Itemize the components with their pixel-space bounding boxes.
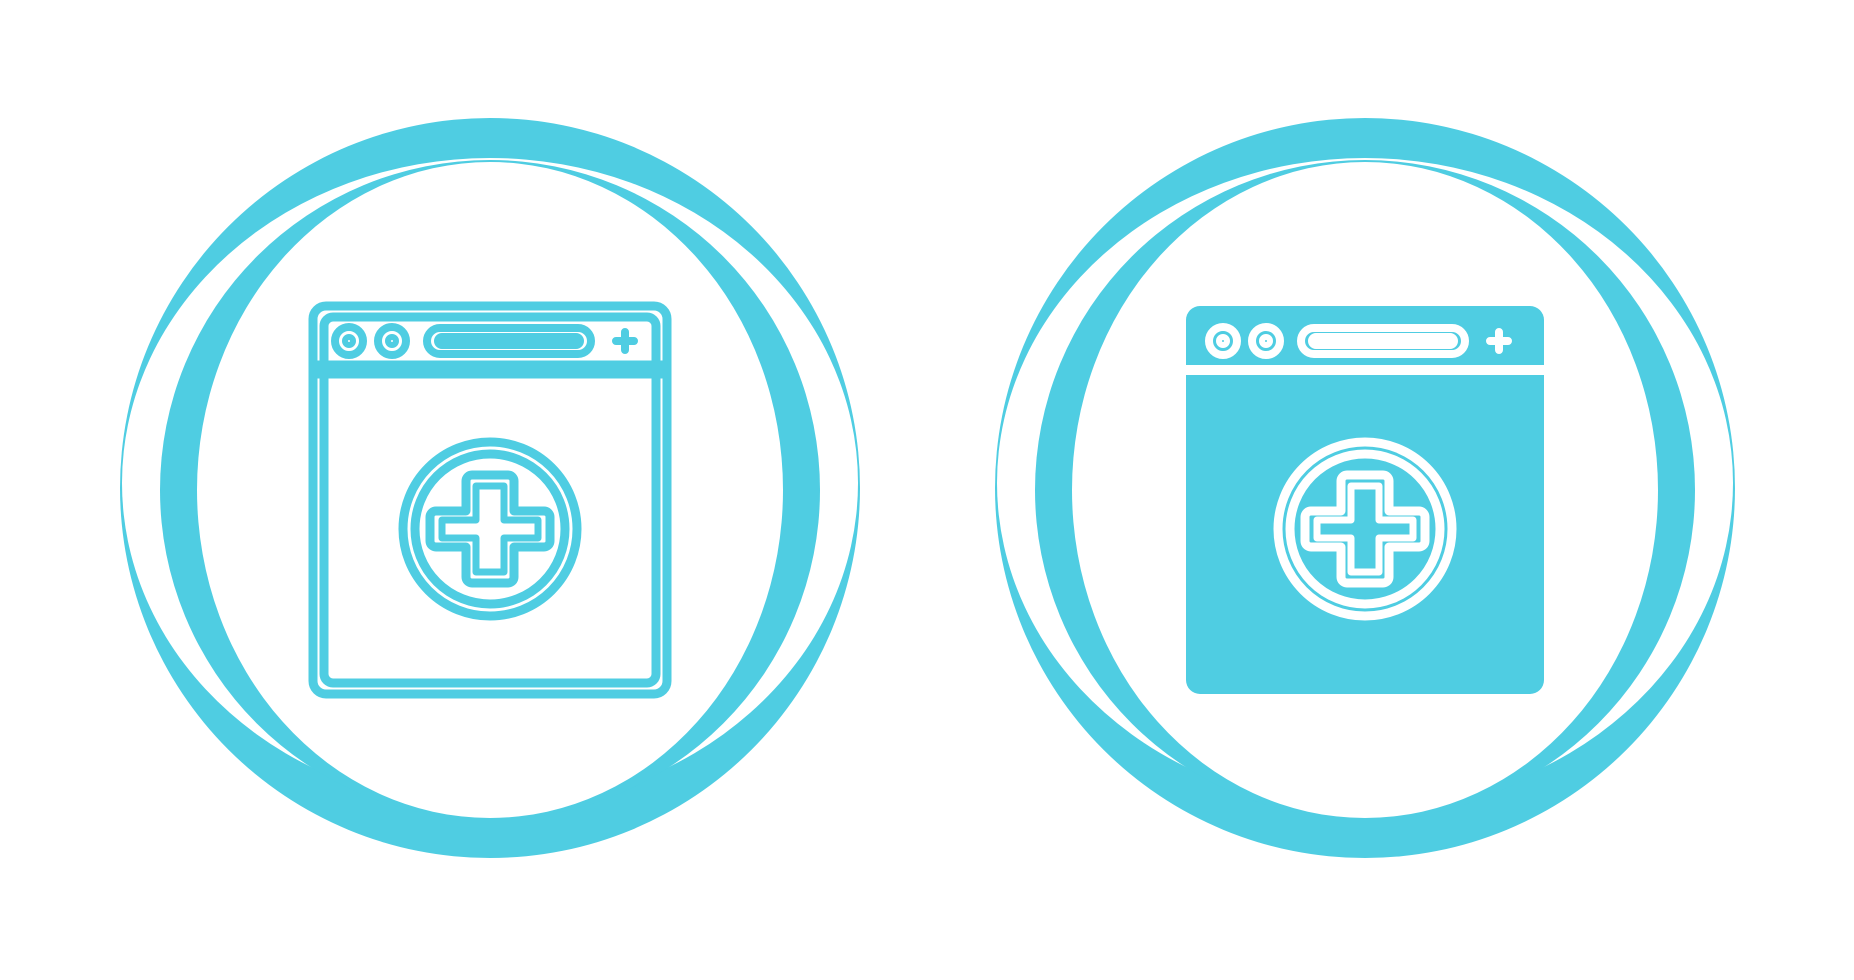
browser-toolbar [1205, 323, 1512, 359]
browser-body-fill [1186, 375, 1544, 694]
icon-set-canvas [0, 0, 1854, 980]
window-control-dot-1-center [1216, 334, 1230, 348]
frame-inner-space [197, 162, 783, 818]
medical-browser-filled-icon [995, 118, 1735, 858]
address-bar-inner [1308, 333, 1458, 349]
browser-toolbar [331, 323, 638, 359]
outline-icon-svg [120, 118, 860, 858]
window-control-dot-2-center [385, 334, 399, 348]
medical-browser-outline-icon [120, 118, 860, 858]
address-bar-inner [434, 333, 584, 349]
browser-filled [1186, 306, 1544, 694]
window-control-dot-1-center [342, 334, 356, 348]
window-control-dot-2-center [1259, 334, 1273, 348]
filled-icon-svg [995, 118, 1735, 858]
